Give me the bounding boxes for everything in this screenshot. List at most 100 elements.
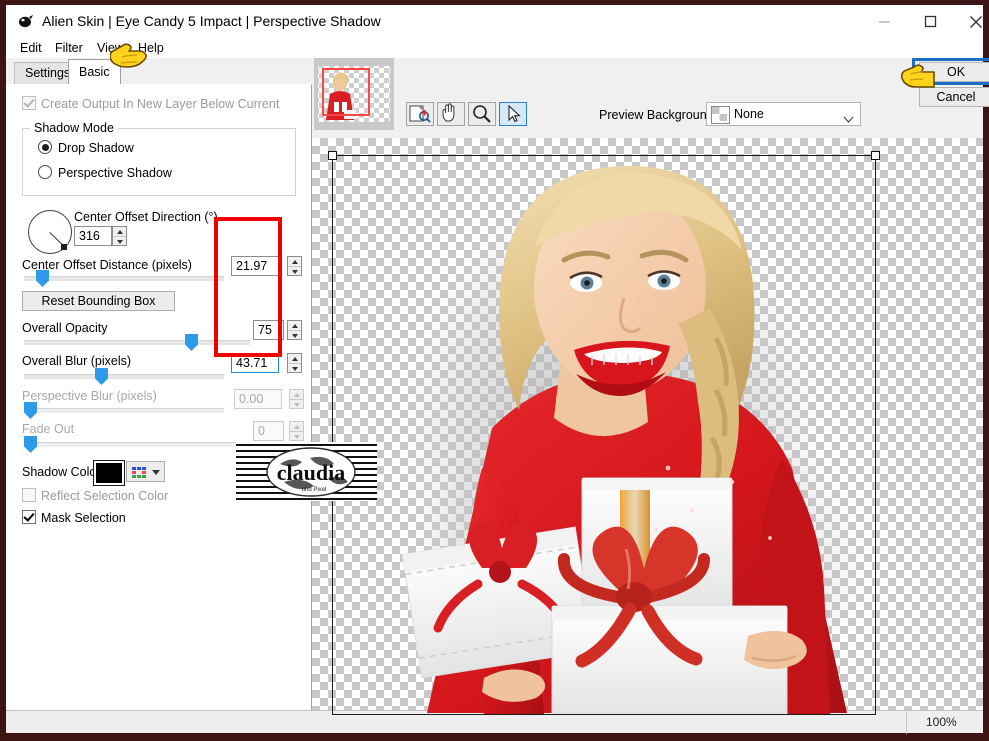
- alien-skin-icon: [18, 14, 34, 30]
- arrow-select-icon[interactable]: [499, 102, 527, 126]
- preview-toolbar: Preview Background: None: [396, 58, 983, 130]
- spinner-down: [290, 431, 303, 441]
- center-offset-distance-input[interactable]: 21.97: [231, 256, 279, 276]
- menu-filter[interactable]: Filter: [49, 39, 89, 57]
- center-offset-direction-label: Center Offset Direction (°): [74, 210, 218, 224]
- navigator-thumbnail[interactable]: [314, 58, 394, 130]
- pointer-hand-cursor-menu: [109, 43, 150, 78]
- chevron-down-icon[interactable]: [843, 111, 854, 123]
- spinner-up[interactable]: [288, 321, 301, 330]
- slider-thumb: [24, 436, 37, 453]
- checkbox-box: [22, 488, 36, 502]
- reflect-selection-color-label: Reflect Selection Color: [41, 489, 169, 503]
- slider-thumb: [24, 402, 37, 419]
- spinner-up[interactable]: [113, 227, 126, 236]
- pointer-hand-cursor-ok: [901, 61, 937, 94]
- hand-pan-icon[interactable]: [437, 102, 465, 126]
- overall-opacity-spinner[interactable]: [287, 320, 302, 340]
- application-window: Alien Skin | Eye Candy 5 Impact | Perspe…: [0, 0, 989, 741]
- radio-perspective-shadow[interactable]: Perspective Shadow: [38, 165, 172, 180]
- fade-out-slider: [24, 436, 250, 453]
- shadow-mode-group: [22, 128, 296, 196]
- overall-blur-input[interactable]: 43.71: [231, 353, 279, 373]
- menu-edit[interactable]: Edit: [14, 39, 48, 57]
- slider-track: [24, 374, 224, 379]
- preview-background-label: Preview Background:: [599, 108, 718, 122]
- reflect-selection-color-checkbox[interactable]: Reflect Selection Color: [22, 488, 168, 503]
- overall-blur-spinner[interactable]: [287, 353, 302, 373]
- angle-dial[interactable]: [28, 210, 72, 254]
- spinner-up: [290, 390, 303, 399]
- overall-blur-label: Overall Blur (pixels): [22, 354, 132, 368]
- tab-strip: Settings Basic: [6, 58, 312, 85]
- spinner-up[interactable]: [288, 354, 301, 363]
- overall-opacity-slider[interactable]: [24, 334, 250, 351]
- shadow-color-swatch[interactable]: [93, 460, 125, 486]
- center-offset-distance-label: Center Offset Distance (pixels): [22, 258, 192, 272]
- perspective-blur-label: Perspective Blur (pixels): [22, 389, 157, 403]
- slider-thumb[interactable]: [36, 270, 49, 287]
- perspective-blur-input: 0.00: [234, 389, 282, 409]
- watermark-claudia: claudia und Pixel: [236, 442, 377, 501]
- spinner-down: [290, 399, 303, 409]
- color-palette-dropdown[interactable]: [147, 461, 165, 482]
- image-canvas[interactable]: [312, 138, 983, 715]
- fade-out-input: 0: [253, 421, 284, 441]
- chevron-down-icon: [152, 470, 160, 475]
- slider-track: [24, 442, 250, 447]
- mask-selection-label: Mask Selection: [41, 511, 126, 525]
- create-output-label: Create Output In New Layer Below Current: [41, 97, 280, 111]
- perspective-blur-spinner: [289, 389, 304, 409]
- drop-shadow-label: Drop Shadow: [58, 141, 134, 155]
- radio-circle: [38, 165, 52, 179]
- perspective-blur-slider: [24, 402, 224, 419]
- checkbox-box: [22, 96, 36, 110]
- color-palette-icon: [131, 466, 146, 479]
- zoom-magnifier-icon[interactable]: [468, 102, 496, 126]
- preview-background-select[interactable]: None: [706, 102, 861, 126]
- preview-background-value: None: [734, 107, 764, 121]
- slider-thumb[interactable]: [185, 334, 198, 351]
- maximize-button[interactable]: [907, 5, 953, 38]
- spinner-down[interactable]: [288, 363, 301, 373]
- minimize-button[interactable]: [861, 5, 907, 38]
- window-title: Alien Skin | Eye Candy 5 Impact | Perspe…: [42, 13, 381, 29]
- spinner-down[interactable]: [288, 330, 301, 340]
- zoom-level: 100%: [926, 715, 957, 729]
- checkbox-box: [22, 510, 36, 524]
- radio-drop-shadow[interactable]: Drop Shadow: [38, 140, 134, 155]
- close-button[interactable]: [953, 5, 989, 38]
- slider-thumb[interactable]: [95, 368, 108, 385]
- selection-handle-top-right[interactable]: [871, 151, 880, 160]
- fade-out-spinner: [289, 421, 304, 441]
- shadow-color-label: Shadow Color: [22, 465, 101, 479]
- basic-tab-content: Create Output In New Layer Below Current…: [6, 84, 311, 715]
- mask-selection-checkbox[interactable]: Mask Selection: [22, 510, 126, 525]
- overall-opacity-label: Overall Opacity: [22, 321, 108, 335]
- spinner-up: [290, 422, 303, 431]
- spinner-up[interactable]: [288, 257, 301, 266]
- center-offset-distance-spinner[interactable]: [287, 256, 302, 276]
- center-offset-direction-input[interactable]: 316: [74, 226, 112, 246]
- shadow-mode-group-label: Shadow Mode: [30, 121, 118, 135]
- radio-circle: [38, 140, 52, 154]
- watermark-text: claudia: [277, 460, 345, 485]
- title-bar: Alien Skin | Eye Candy 5 Impact | Perspe…: [6, 5, 983, 38]
- watermark-subtext: und Pixel: [302, 487, 327, 493]
- fade-out-label: Fade Out: [22, 422, 75, 436]
- dial-knob[interactable]: [61, 244, 67, 250]
- selection-bounding-box[interactable]: [332, 155, 876, 715]
- selection-handle-top-left[interactable]: [328, 151, 337, 160]
- menu-bar: Edit Filter View Help: [6, 38, 983, 58]
- navigator-viewport[interactable]: [322, 68, 370, 116]
- spinner-down[interactable]: [288, 266, 301, 276]
- create-output-checkbox[interactable]: Create Output In New Layer Below Current: [22, 96, 279, 111]
- overall-blur-slider[interactable]: [24, 368, 224, 385]
- preview-compare-icon[interactable]: [406, 102, 434, 126]
- slider-track: [24, 408, 224, 413]
- overall-opacity-input[interactable]: 75: [253, 320, 284, 340]
- center-offset-distance-slider[interactable]: [24, 270, 224, 287]
- reset-bounding-box-button[interactable]: Reset Bounding Box: [22, 291, 175, 311]
- center-offset-direction-spinner[interactable]: [112, 226, 127, 246]
- spinner-down[interactable]: [113, 236, 126, 246]
